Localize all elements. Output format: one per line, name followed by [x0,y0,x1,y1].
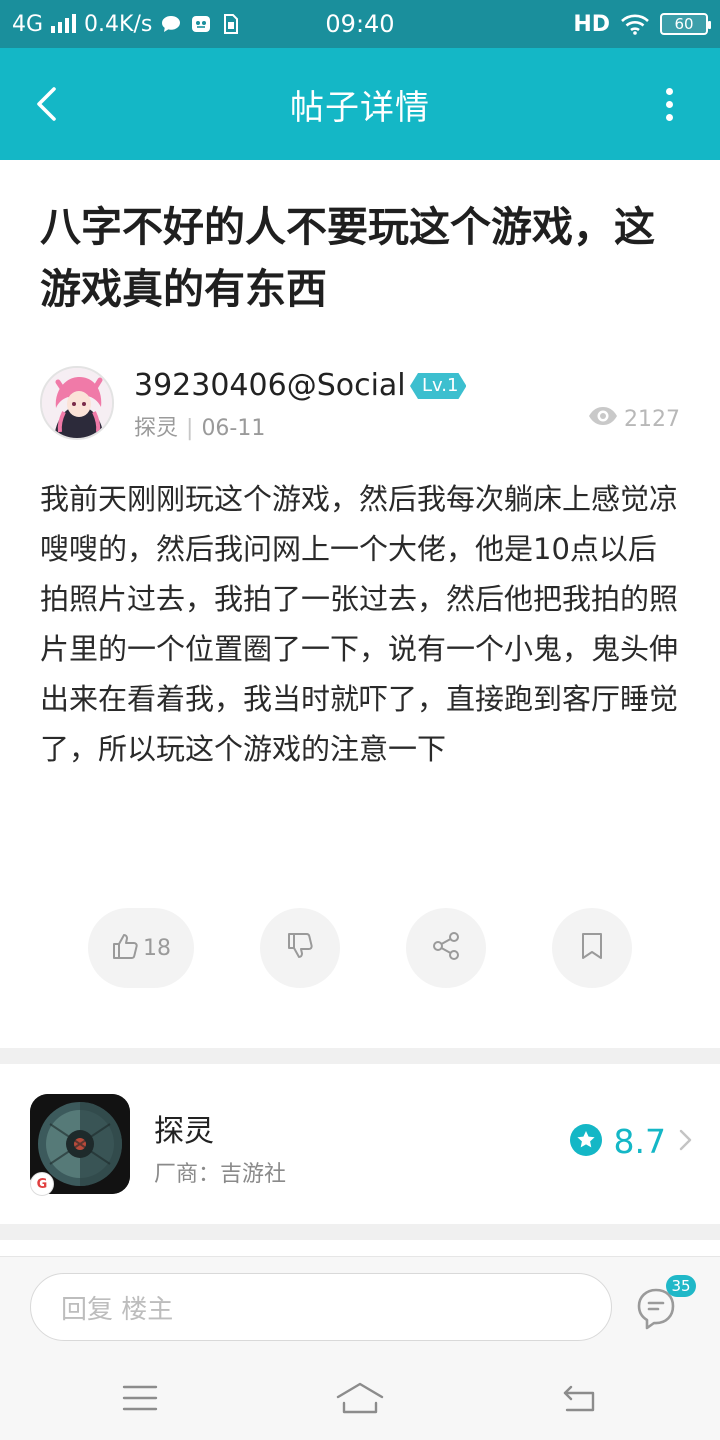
game-maker: 厂商：吉游社 [154,1162,287,1187]
sim-card-icon [220,14,242,34]
author-name[interactable]: 39230406@Social [134,368,406,403]
system-nav-bar [0,1356,720,1440]
game-card[interactable]: G 探灵 厂商：吉游社 8.7 [0,1064,720,1224]
author-meta: 探灵 | 06-11 [134,410,265,442]
status-right: HD 60 [573,11,711,37]
bookmark-button[interactable] [552,908,632,988]
app-bar: 帖子详情 [0,48,720,160]
meta-separator: | [186,416,194,441]
score-value: 8.7 [613,1122,666,1161]
wifi-icon [620,14,650,35]
comment-count-badge: 35 [666,1275,696,1297]
post-title: 八字不好的人不要玩这个游戏，这游戏真的有东西 [40,203,655,313]
post-body: 我前天刚刚玩这个游戏，然后我每次躺床上感觉凉嗖嗖的，然后我问网上一个大佬，他是1… [40,482,679,766]
battery-level: 60 [674,15,694,33]
view-count: 2127 [588,406,680,432]
bookmark-icon [579,932,605,964]
game-name: 探灵 [154,1114,214,1149]
app-notification-icon [190,14,212,34]
home-icon[interactable] [334,1374,386,1422]
page-title: 帖子详情 [290,87,430,128]
status-left: 4G 0.4K/s [12,12,242,37]
hd-indicator: HD [573,11,610,37]
network-type: 4G [12,11,44,37]
section-divider [0,1048,720,1064]
game-score: 8.7 [569,1122,692,1161]
view-count-value: 2127 [624,406,680,432]
dislike-button[interactable] [260,908,340,988]
menu-icon[interactable] [116,1374,164,1422]
star-icon [569,1123,602,1160]
chat-bubble-icon [160,14,182,34]
network-speed: 0.4K/s [84,11,153,37]
eye-icon [588,406,618,432]
share-button[interactable] [406,908,486,988]
share-icon [431,931,461,965]
action-bar: 18 [0,908,720,988]
like-button[interactable]: 18 [88,908,194,988]
avatar[interactable] [40,366,114,440]
back-nav-icon[interactable] [556,1374,604,1422]
post-date: 06-11 [201,416,266,441]
like-count: 18 [143,935,171,961]
reply-bar: 回复 楼主 35 [0,1256,720,1356]
status-bar: 4G 0.4K/s 09:40 HD 60 [0,0,720,48]
more-vertical-icon[interactable] [654,82,684,126]
thumbs-down-icon [286,932,314,964]
thumbs-up-icon [111,932,139,964]
chevron-right-icon [678,1128,692,1156]
reply-input[interactable]: 回复 楼主 [30,1273,612,1341]
back-arrow-icon[interactable] [26,82,66,126]
publisher-badge: G [30,1172,54,1196]
post-category[interactable]: 探灵 [134,416,178,441]
level-badge: Lv.1 [410,373,466,399]
battery-icon: 60 [660,13,711,35]
author-row: 39230406@Social Lv.1 探灵 | 06-11 2127 [40,366,680,442]
signal-icon [51,14,77,33]
section-divider-bottom [0,1224,720,1240]
comments-button[interactable]: 35 [636,1275,696,1339]
